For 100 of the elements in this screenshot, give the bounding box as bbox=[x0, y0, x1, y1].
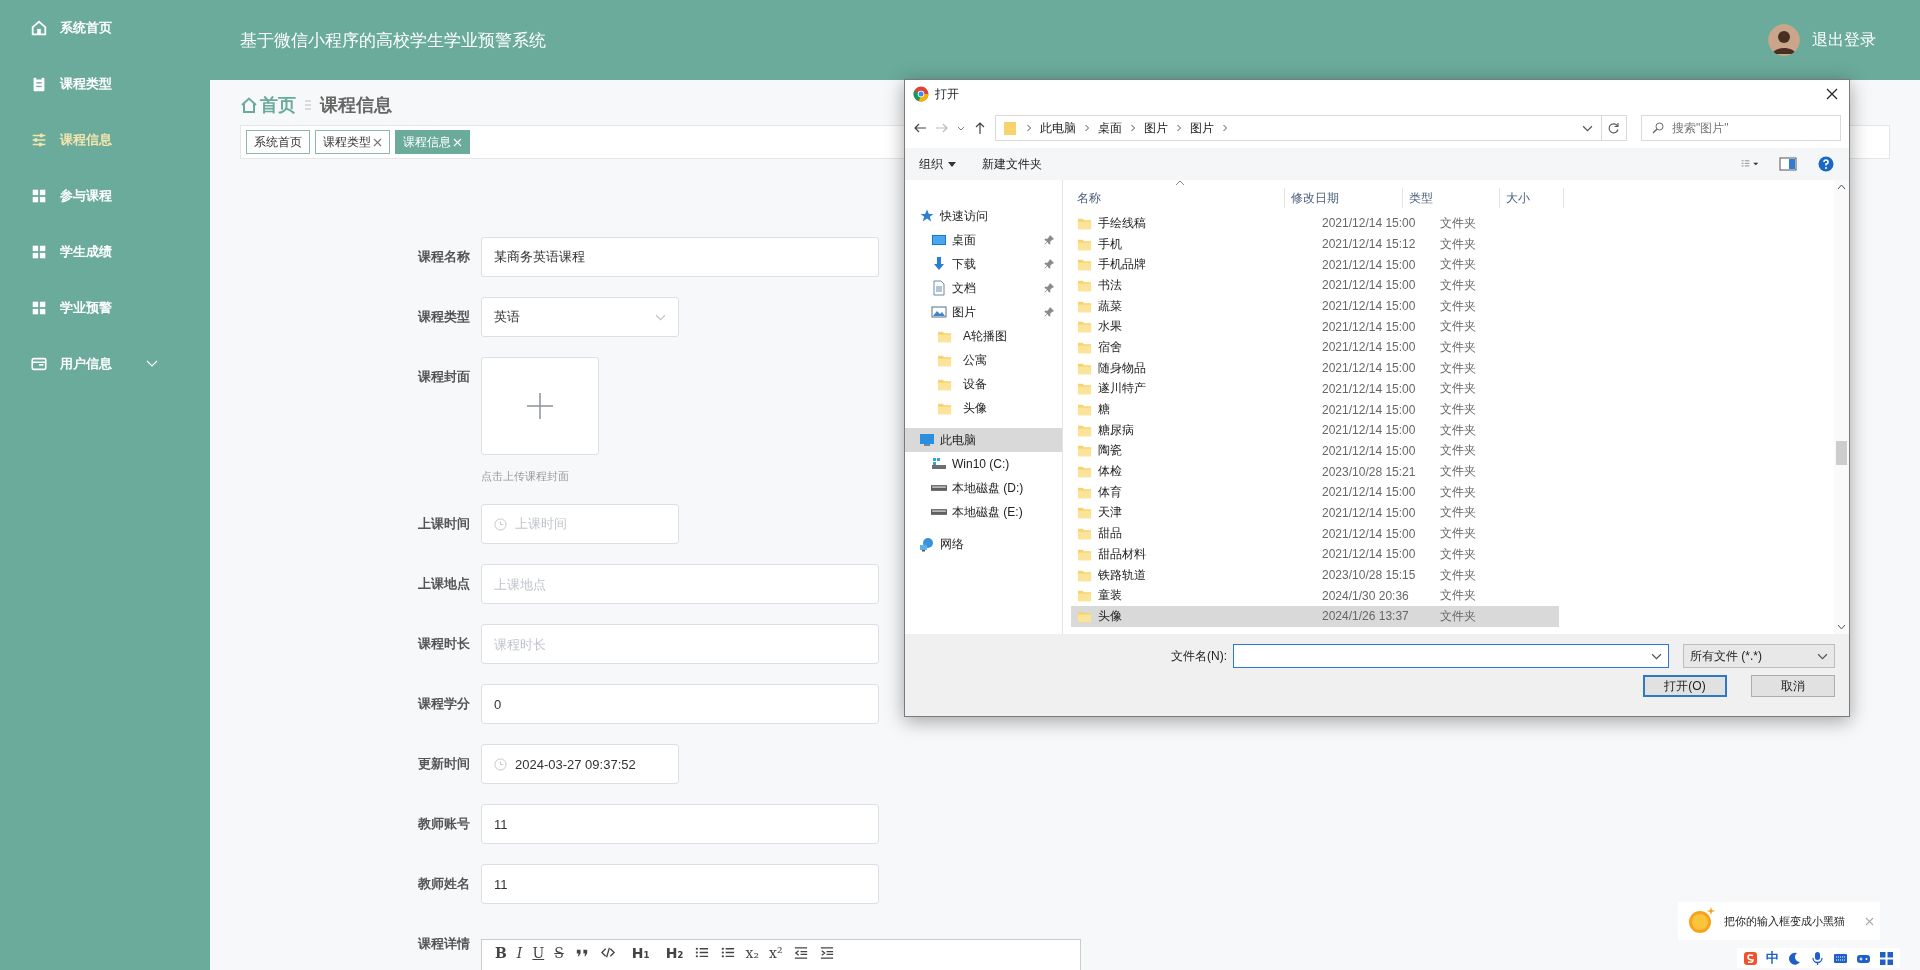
file-type-select[interactable]: 所有文件 (*.*) bbox=[1683, 644, 1835, 668]
script-button[interactable]: x₂ bbox=[742, 943, 762, 963]
chevron-icon[interactable] bbox=[1083, 124, 1091, 132]
file-row[interactable]: 糖尿病 2021/12/14 15:00 文件夹 bbox=[1071, 419, 1559, 441]
date-field[interactable]: 2024-03-27 09:37:52 bbox=[481, 744, 679, 784]
nav-item[interactable]: 快速访问 bbox=[905, 204, 1062, 228]
pin-icon[interactable] bbox=[1044, 259, 1054, 269]
close-icon[interactable] bbox=[1825, 87, 1839, 101]
file-row[interactable]: 甜品材料 2021/12/14 15:00 文件夹 bbox=[1071, 544, 1559, 565]
file-row[interactable]: 随身物品 2021/12/14 15:00 文件夹 bbox=[1071, 357, 1559, 379]
search-icon bbox=[1652, 122, 1664, 134]
tag-tab[interactable]: 系统首页 bbox=[246, 130, 310, 154]
caret-icon[interactable] bbox=[957, 125, 965, 131]
file-row[interactable]: 童装 2024/1/30 20:36 文件夹 bbox=[1071, 585, 1559, 607]
pin-icon[interactable] bbox=[1044, 283, 1054, 293]
dropdown-icon[interactable] bbox=[1582, 124, 1593, 132]
nav-item[interactable]: A轮播图 bbox=[905, 324, 1062, 348]
path-segment[interactable]: 图片 bbox=[1190, 119, 1214, 137]
path-segment[interactable]: 此电脑 bbox=[1040, 119, 1076, 137]
file-row[interactable]: 陶瓷 2021/12/14 15:00 文件夹 bbox=[1071, 440, 1559, 462]
dialog-button[interactable]: 取消 bbox=[1751, 675, 1835, 697]
ime-logo-icon[interactable] bbox=[1743, 950, 1758, 966]
microphone-icon[interactable] bbox=[1810, 950, 1825, 966]
path-segment[interactable]: 桌面 bbox=[1098, 119, 1122, 137]
nav-item[interactable]: 文档 bbox=[905, 276, 1062, 300]
chevron-icon[interactable] bbox=[1175, 124, 1183, 132]
nav-item[interactable]: 本地磁盘 (D:) bbox=[905, 476, 1062, 500]
nav-item[interactable]: 设备 bbox=[905, 372, 1062, 396]
nav-item[interactable]: 桌面 bbox=[905, 228, 1062, 252]
select-field[interactable]: 英语 bbox=[481, 297, 679, 337]
file-row[interactable]: 手机品牌 2021/12/14 15:00 文件夹 bbox=[1071, 254, 1559, 276]
moon-icon[interactable] bbox=[1787, 950, 1802, 966]
column-header[interactable]: 类型 bbox=[1403, 188, 1500, 208]
chevron-icon[interactable] bbox=[1025, 124, 1033, 132]
text-field[interactable]: 课程时长 bbox=[481, 624, 879, 664]
nav-item[interactable]: 此电脑 bbox=[905, 428, 1062, 452]
header-button[interactable]: H₂ bbox=[662, 943, 687, 963]
file-row[interactable]: 糖 2021/12/14 15:00 文件夹 bbox=[1071, 399, 1559, 420]
file-row[interactable]: 铁路轨道 2023/10/28 15:15 文件夹 bbox=[1071, 564, 1559, 586]
file-row[interactable]: 头像 2024/1/26 13:37 文件夹 bbox=[1071, 606, 1559, 627]
file-row[interactable]: 体检 2023/10/28 15:21 文件夹 bbox=[1071, 461, 1559, 482]
nav-item[interactable]: 头像 bbox=[905, 396, 1062, 420]
tag-tab[interactable]: 课程类型 bbox=[315, 130, 390, 154]
pin-icon[interactable] bbox=[1044, 307, 1054, 317]
pin-icon[interactable] bbox=[1044, 235, 1054, 245]
chevron-icon[interactable] bbox=[1221, 124, 1229, 132]
column-header[interactable]: 名称 bbox=[1071, 188, 1285, 208]
file-type: 文件夹 bbox=[1440, 380, 1477, 398]
avatar[interactable] bbox=[1768, 24, 1800, 56]
scrollbar[interactable] bbox=[1834, 180, 1849, 634]
file-row[interactable]: 手绘线稿 2021/12/14 15:00 文件夹 bbox=[1071, 213, 1559, 234]
search-field[interactable]: 搜索"图片" bbox=[1641, 115, 1841, 141]
path-segment[interactable]: 图片 bbox=[1144, 119, 1168, 137]
text-field[interactable]: 某商务英语课程 bbox=[481, 237, 879, 277]
up-arrow-icon[interactable] bbox=[973, 121, 987, 135]
nav-item[interactable]: 本地磁盘 (E:) bbox=[905, 500, 1062, 524]
file-row[interactable]: 甜品 2021/12/14 15:00 文件夹 bbox=[1071, 523, 1559, 544]
strike-button[interactable]: S bbox=[551, 943, 567, 963]
file-row[interactable]: 宿舍 2021/12/14 15:00 文件夹 bbox=[1071, 337, 1559, 358]
italic-button[interactable]: I bbox=[513, 943, 526, 963]
new-folder-button[interactable]: 新建文件夹 bbox=[982, 155, 1042, 173]
file-row[interactable]: 水果 2021/12/14 15:00 文件夹 bbox=[1071, 316, 1559, 338]
address-bar[interactable]: 此电脑 桌面 图片 图片 bbox=[995, 115, 1602, 141]
ime-mode[interactable]: 中 bbox=[1766, 949, 1779, 967]
file-date: 2021/12/14 15:00 bbox=[1322, 340, 1417, 355]
separator-icon bbox=[304, 98, 312, 112]
nav-item[interactable]: 公寓 bbox=[905, 348, 1062, 372]
nav-item[interactable]: 网络 bbox=[905, 532, 1062, 556]
rich-text-editor[interactable]: B I U S H₁ H₂ x₂ x² bbox=[481, 939, 1081, 970]
help-icon[interactable] bbox=[1817, 156, 1835, 172]
file-row[interactable]: 天津 2021/12/14 15:00 文件夹 bbox=[1071, 502, 1559, 524]
column-header[interactable]: 修改日期 bbox=[1285, 188, 1403, 208]
chevron-icon[interactable] bbox=[1129, 124, 1137, 132]
back-arrow-icon[interactable] bbox=[913, 121, 927, 135]
script-button[interactable]: x² bbox=[766, 943, 786, 963]
dropdown-icon[interactable] bbox=[1651, 652, 1662, 660]
nav-item[interactable]: 下载 bbox=[905, 252, 1062, 276]
file-row[interactable]: 手机 2021/12/14 15:12 文件夹 bbox=[1071, 233, 1559, 255]
dialog-button[interactable]: 打开(O) bbox=[1643, 675, 1727, 697]
scroll-thumb[interactable] bbox=[1836, 441, 1847, 466]
organize-menu[interactable]: 组织 bbox=[919, 155, 956, 173]
filename-field[interactable] bbox=[1233, 644, 1669, 668]
file-row[interactable]: 体育 2021/12/14 15:00 文件夹 bbox=[1071, 481, 1559, 503]
refresh-button[interactable] bbox=[1601, 115, 1627, 141]
file-row[interactable]: 书法 2021/12/14 15:00 文件夹 bbox=[1071, 275, 1559, 296]
column-header[interactable]: 大小 bbox=[1500, 188, 1564, 208]
text-field[interactable]: 11 bbox=[481, 804, 879, 844]
grid-icon[interactable] bbox=[1879, 950, 1894, 966]
text-field[interactable]: 0 bbox=[481, 684, 879, 724]
bold-button[interactable]: B bbox=[492, 943, 510, 963]
nav-item[interactable]: 图片 bbox=[905, 300, 1062, 324]
underline-button[interactable]: U bbox=[529, 943, 548, 963]
text-field[interactable]: 上课地点 bbox=[481, 564, 879, 604]
sliders-icon bbox=[30, 131, 48, 149]
file-row[interactable]: 蔬菜 2021/12/14 15:00 文件夹 bbox=[1071, 295, 1559, 317]
nav-item[interactable]: Win10 (C:) bbox=[905, 452, 1062, 476]
text-field[interactable]: 11 bbox=[481, 864, 879, 904]
header-button[interactable]: H₁ bbox=[628, 943, 653, 963]
preview-pane-icon[interactable] bbox=[1779, 156, 1797, 172]
file-row[interactable]: 遂川特产 2021/12/14 15:00 文件夹 bbox=[1071, 378, 1559, 400]
